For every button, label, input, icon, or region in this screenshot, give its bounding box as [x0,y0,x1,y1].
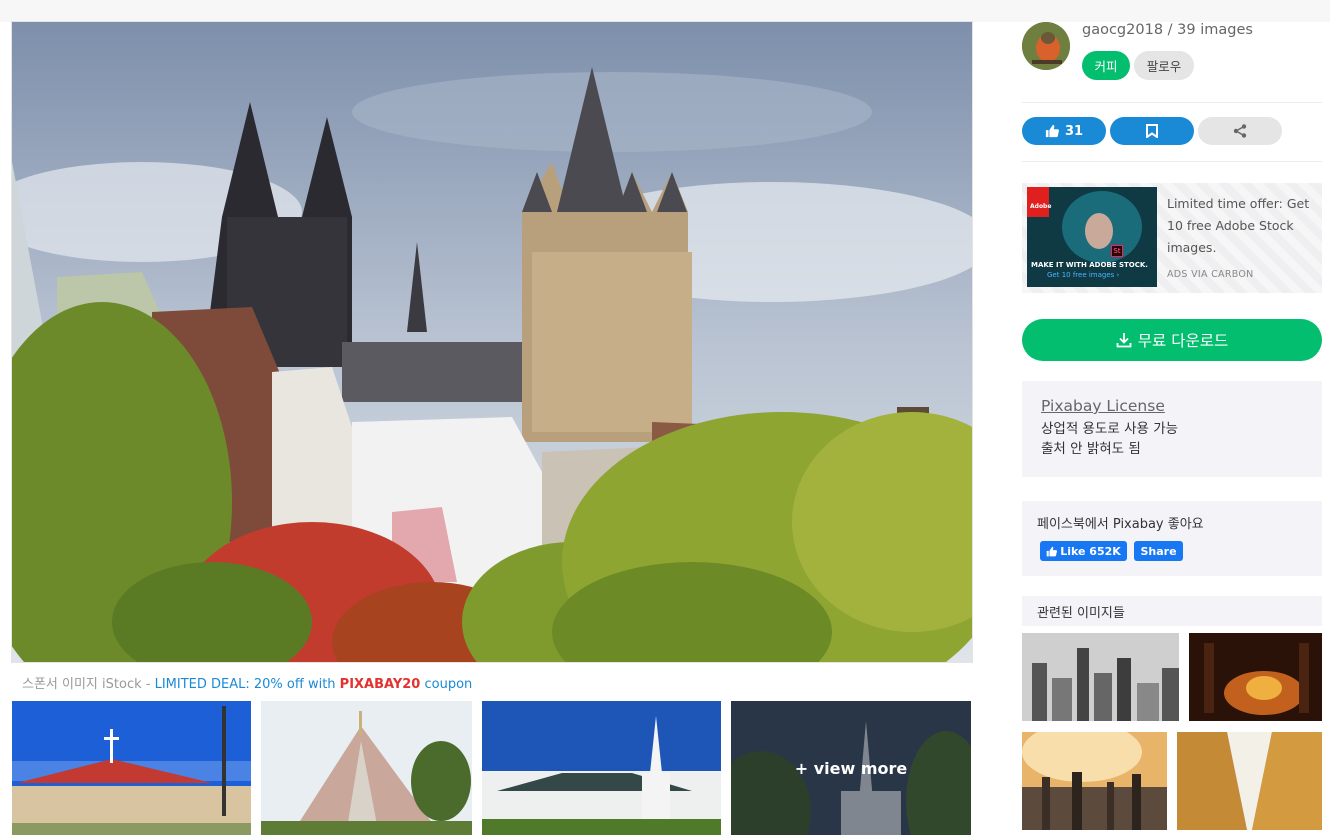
sponsor-deal[interactable]: LIMITED DEAL: 20% off with [155,677,340,692]
sponsor-suffix[interactable]: coupon [420,677,472,692]
ad-image[interactable]: Adobe St MAKE IT WITH ADOBE STOCK. Get 1… [1027,187,1157,287]
download-button[interactable]: 무료 다운로드 [1022,319,1322,361]
avatar[interactable] [1022,22,1070,70]
ad-via[interactable]: ADS VIA CARBON [1167,269,1254,280]
coffee-button[interactable]: 커피 [1082,51,1130,80]
like-count: 31 [1064,123,1084,139]
related-image-2[interactable] [1189,633,1322,721]
view-more-tile[interactable]: + view more [731,701,971,835]
thumbnail-image [12,701,251,835]
facebook-text: 페이스북에서 Pixabay 좋아요 [1037,517,1204,532]
related-image-graphic [1022,633,1179,721]
license-link[interactable]: Pixabay License [1041,397,1303,415]
divider [1022,102,1322,103]
ad-tagline: MAKE IT WITH ADOBE STOCK. [1031,261,1148,269]
bookmark-button[interactable] [1110,117,1194,145]
related-image-4[interactable] [1177,732,1322,830]
facebook-box: 페이스북에서 Pixabay 좋아요 Like 652K Share [1022,501,1322,576]
share-button[interactable] [1198,117,1282,145]
share-icon [1233,124,1247,138]
download-label: 무료 다운로드 [1137,332,1229,350]
license-box: Pixabay License 상업적 용도로 사용 가능 출처 안 밝혀도 됨 [1022,381,1322,477]
thumbnail-church-3[interactable] [482,701,721,835]
thumbnail-church-1[interactable] [12,701,251,835]
related-images-heading: 관련된 이미지들 [1022,596,1322,626]
sponsor-line[interactable]: 스폰서 이미지 iStock - LIMITED DEAL: 20% off w… [22,673,472,692]
download-icon [1116,333,1132,348]
avatar-bird-image [1022,22,1070,70]
stock-app-icon: St [1111,245,1123,257]
related-image-graphic [1022,732,1167,830]
thumbs-up-icon [1045,124,1059,138]
facebook-share-button[interactable]: Share [1134,541,1183,561]
main-photo-graphic [12,22,972,662]
license-line-2: 출처 안 밝혀도 됨 [1041,441,1141,457]
top-bar [0,0,1330,22]
ad-text[interactable]: Limited time offer: Get 10 free Adobe St… [1167,193,1317,259]
sponsor-prefix: 스폰서 이미지 iStock - [22,677,155,692]
follow-button[interactable]: 팔로우 [1134,51,1194,80]
main-photo[interactable] [12,22,972,662]
facebook-buttons: Like 652K Share [1037,541,1307,561]
license-line-1: 상업적 용도로 사용 가능 [1041,421,1179,437]
related-image-graphic [1177,732,1322,830]
like-button[interactable]: 31 [1022,117,1106,145]
related-image-1[interactable] [1022,633,1179,721]
author-name[interactable]: gaocg2018 / 39 images [1082,22,1253,38]
divider [1022,161,1322,162]
thumbnail-image [482,701,721,835]
adobe-logo: Adobe [1030,203,1052,210]
coupon-code[interactable]: PIXABAY20 [340,677,421,692]
bookmark-icon [1146,124,1158,138]
view-more-link[interactable]: + view more [731,701,971,835]
ad-cta: Get 10 free images › [1047,271,1120,279]
thumbnail-image [261,701,472,835]
author-block: gaocg2018 / 39 images 커피 팔로우 [1022,22,1322,102]
related-image-graphic [1189,633,1322,721]
related-image-3[interactable] [1022,732,1167,830]
sidebar: gaocg2018 / 39 images 커피 팔로우 31 Adobe St… [1022,22,1322,830]
facebook-like-button[interactable]: Like 652K [1040,541,1127,561]
facebook-like-label: Like 652K [1060,544,1121,558]
thumbs-up-icon [1046,546,1058,556]
thumbnail-church-2[interactable] [261,701,472,835]
carbon-ad[interactable]: Adobe St MAKE IT WITH ADOBE STOCK. Get 1… [1022,183,1322,293]
